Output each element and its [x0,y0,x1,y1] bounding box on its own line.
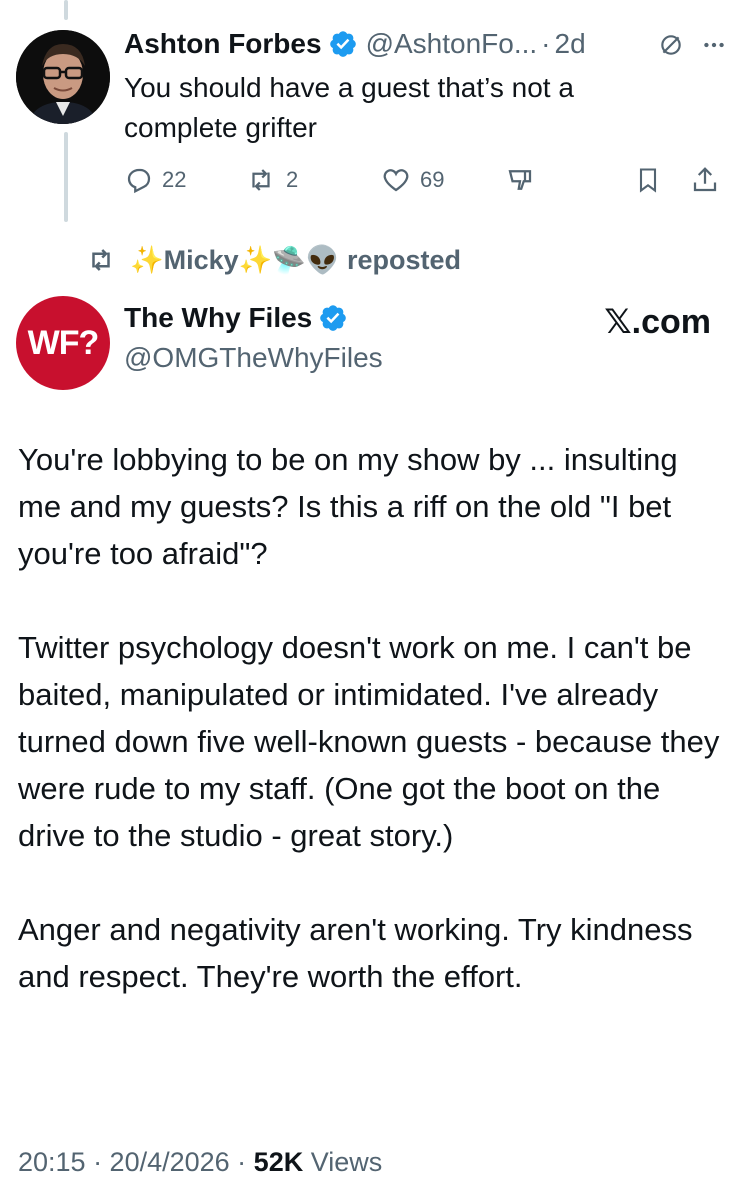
tweet-paragraph: You're lobbying to be on my show by ... … [18,442,678,571]
like-count: 69 [420,167,445,192]
bookmark-icon [639,168,657,193]
tweet-timestamp[interactable]: 20:15 · 20/4/2026 · [18,1147,254,1177]
repost-icon [252,169,270,191]
repost-indicator[interactable]: ✨Micky✨🛸👽 reposted [84,240,461,280]
reply-count: 22 [162,167,187,192]
tweet-text: You're lobbying to be on my show by ... … [18,436,728,1000]
thread-line-bottom [64,132,68,222]
more-options-icon[interactable] [700,32,728,58]
share-icon [693,167,717,192]
tweet-meta: 20:15 · 20/4/2026 · 52K Views [18,1142,382,1182]
tweet-header-actions [658,32,728,58]
reply-button[interactable]: 22 [124,160,186,200]
avatar-photo-icon [16,30,110,124]
views-count: 52K [253,1147,304,1177]
author-handle[interactable]: @OMGTheWhyFiles [124,338,383,378]
author-name[interactable]: Ashton Forbes [124,24,322,64]
views-label: Views [303,1147,383,1177]
author-name[interactable]: The Why Files [124,298,312,338]
repost-count: 2 [286,167,299,192]
repost-button[interactable]: 2 [244,160,298,200]
repost-label: ✨Micky✨🛸👽 reposted [130,245,462,275]
author-handle[interactable]: @AshtonFo... [366,24,538,64]
verified-badge-icon [329,31,356,57]
separator-dot: · [541,28,551,59]
main-tweet-header: The Why Files @OMGTheWhyFiles [124,298,383,378]
bookmark-button[interactable] [634,160,662,200]
tweet-header: Ashton Forbes @AshtonFo... · 2d [124,24,724,64]
source-label: 𝕏.com [604,303,711,341]
reply-icon [127,168,151,194]
avatar[interactable] [16,30,110,124]
verified-badge-icon [320,305,347,331]
thread-line-top [64,0,68,20]
repost-icon [92,249,110,271]
like-button[interactable]: 69 [380,160,444,200]
avatar-logo-text: WF? [27,323,100,362]
muted-circle-slash-icon [661,35,681,55]
share-button[interactable] [690,160,720,200]
tweet-paragraph: Twitter psychology doesn't work on me. I… [18,630,720,853]
heart-icon [383,169,409,192]
tweet-action-bar: 22 2 69 [124,160,724,200]
tweet-text: You should have a guest that’s not a com… [124,72,574,143]
downvote-icon [508,170,532,190]
author-name-row: The Why Files [124,298,383,338]
parent-tweet[interactable]: Ashton Forbes @AshtonFo... · 2d You shou… [124,24,724,148]
avatar[interactable]: WF? [16,296,110,390]
tweet-time[interactable]: 2d [555,24,586,64]
analytics-button[interactable] [504,160,536,200]
tweet-paragraph: Anger and negativity aren't working. Try… [18,912,693,994]
